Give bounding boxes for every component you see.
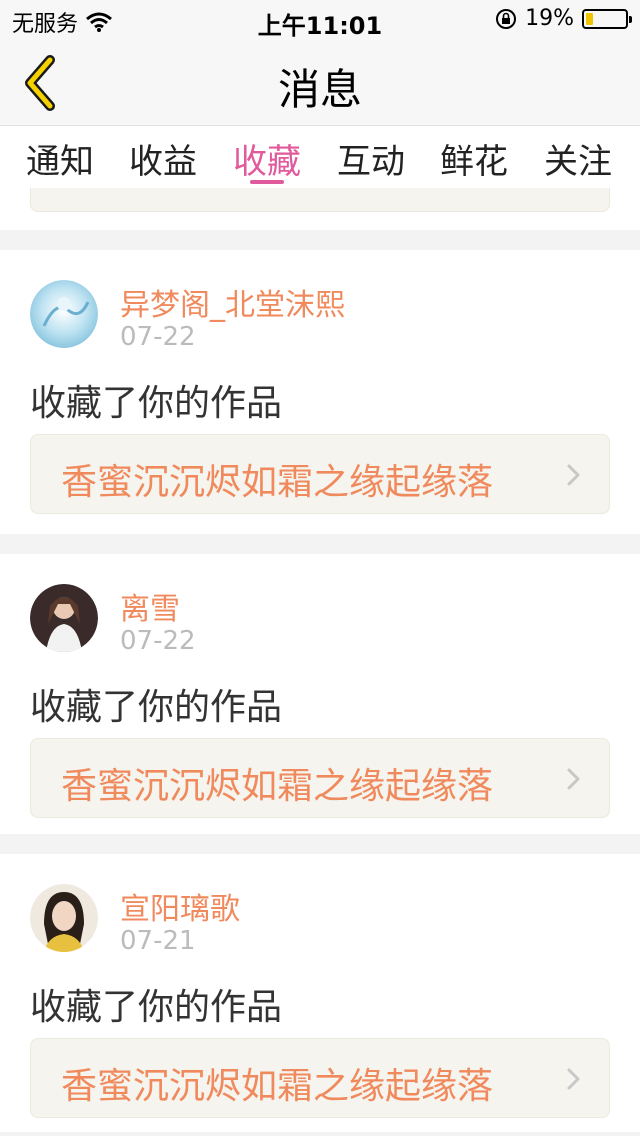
list-item: 异梦阁_北堂沫熙 07-22 收藏了你的作品 香蜜沉沉烬如霜之缘起缘落 [0, 250, 640, 534]
tab-favorites[interactable]: 收藏 [215, 134, 319, 183]
work-card[interactable]: 香蜜沉沉烬如霜之缘起缘落 [30, 1038, 610, 1118]
tab-bar: 通知 收益 收藏 互动 鲜花 关注 [0, 126, 640, 188]
message-date: 07-22 [120, 626, 196, 656]
message-date: 07-22 [120, 322, 196, 352]
divider [0, 834, 640, 854]
avatar[interactable] [30, 280, 98, 348]
nav-bar: 消息 [0, 40, 640, 126]
work-card[interactable]: 香蜜沉沉烬如霜之缘起缘落 [30, 434, 610, 514]
message-date: 07-21 [120, 926, 196, 956]
tab-follows[interactable]: 关注 [526, 134, 630, 183]
work-title: 香蜜沉沉烬如霜之缘起缘落 [61, 1066, 494, 1107]
orientation-lock-icon [496, 8, 517, 29]
username-link[interactable]: 宣阳璃歌 [120, 884, 240, 928]
chevron-right-icon [567, 1068, 580, 1090]
tab-earnings[interactable]: 收益 [111, 134, 215, 183]
battery-icon [582, 8, 632, 29]
tab-notifications[interactable]: 通知 [8, 134, 112, 183]
username-link[interactable]: 异梦阁_北堂沫熙 [120, 280, 345, 324]
tab-interactions[interactable]: 互动 [319, 134, 423, 183]
status-bar: 无服务 上午11:01 19% [0, 0, 640, 40]
divider [0, 1132, 640, 1136]
list-item: 宣阳璃歌 07-21 收藏了你的作品 香蜜沉沉烬如霜之缘起缘落 [0, 854, 640, 1138]
work-title: 香蜜沉沉烬如霜之缘起缘落 [61, 766, 494, 807]
avatar[interactable] [30, 584, 98, 652]
battery-fill [586, 12, 593, 25]
chevron-right-icon [567, 768, 580, 790]
work-title: 香蜜沉沉烬如霜之缘起缘落 [61, 462, 494, 503]
message-text: 收藏了你的作品 [30, 383, 283, 424]
divider [0, 230, 640, 250]
list-item: 离雪 07-22 收藏了你的作品 香蜜沉沉烬如霜之缘起缘落 [0, 554, 640, 838]
username-link[interactable]: 离雪 [120, 584, 180, 628]
chevron-right-icon [567, 464, 580, 486]
divider [0, 534, 640, 554]
work-card-partial[interactable] [30, 188, 610, 212]
message-text: 收藏了你的作品 [30, 987, 283, 1028]
battery-percent: 19% [525, 6, 574, 31]
active-tab-indicator [250, 180, 284, 184]
page-title: 消息 [277, 65, 362, 114]
avatar[interactable] [30, 884, 98, 952]
work-card[interactable]: 香蜜沉沉烬如霜之缘起缘落 [30, 738, 610, 818]
message-text: 收藏了你的作品 [30, 687, 283, 728]
tab-flowers[interactable]: 鲜花 [422, 134, 526, 183]
status-right: 19% [495, 6, 632, 31]
